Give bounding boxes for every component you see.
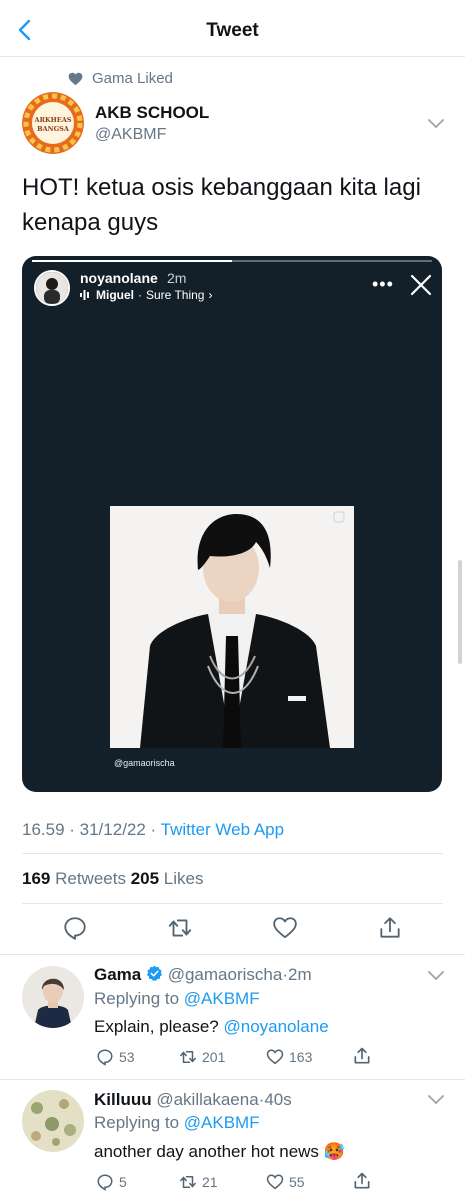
mention-link[interactable]: @noyanolane: [223, 1017, 328, 1036]
avatar-logo-text-2: BANGSA: [37, 125, 70, 133]
story-username: noyanolane: [80, 270, 158, 286]
page-title: Tweet: [206, 20, 259, 41]
replying-label: Replying to: [94, 989, 184, 1008]
story-time: 2m: [167, 270, 187, 286]
reply-author-name[interactable]: Killuuu: [94, 1090, 152, 1109]
reply-count: 5: [119, 1174, 127, 1190]
like-icon: [266, 1049, 284, 1065]
retweet-icon[interactable]: [167, 915, 193, 941]
retweet-count: 21: [202, 1174, 218, 1190]
reply-count: 53: [119, 1049, 135, 1065]
scrollbar[interactable]: [458, 560, 462, 664]
heart-filled-icon: [68, 72, 83, 85]
reply-avatar[interactable]: [22, 1090, 84, 1152]
like-count: 55: [289, 1174, 305, 1190]
avatar-logo-text-1: ARKHEAS: [34, 116, 72, 124]
tweet-text: HOT! ketua osis kebanggaan kita lagi ken…: [22, 174, 421, 236]
reply-icon: [97, 1049, 113, 1066]
share-icon[interactable]: [352, 1171, 372, 1191]
replying-to-link[interactable]: @AKBMF: [184, 989, 260, 1008]
replying-to: Replying to @AKBMF: [94, 1113, 260, 1133]
retweet-count[interactable]: 169: [22, 869, 50, 888]
share-icon[interactable]: [377, 915, 403, 941]
story-music: Miguel · Sure Thing ›: [80, 288, 212, 302]
reply-time: 40s: [264, 1090, 292, 1109]
tweet-media[interactable]: noyanolane 2m Miguel · Sure Thing › •••: [22, 256, 442, 792]
chevron-down-icon[interactable]: [428, 1095, 444, 1105]
tweet-source-link[interactable]: Twitter Web App: [161, 820, 284, 839]
reply-action[interactable]: 5: [96, 1173, 127, 1191]
retweet-icon: [180, 1176, 196, 1188]
like-count[interactable]: 205: [131, 869, 159, 888]
reply-text: Explain, please? @noyanolane: [94, 1017, 329, 1037]
reply-action[interactable]: 53: [96, 1048, 135, 1066]
reply-text-body: Explain, please?: [94, 1017, 224, 1036]
timestamp-text: 16.59 · 31/12/22 ·: [22, 820, 161, 839]
replying-label: Replying to: [94, 1113, 184, 1132]
divider: [0, 1079, 465, 1080]
music-title: Sure Thing: [146, 288, 205, 302]
story-progress-bar: [32, 260, 232, 262]
retweet-icon: [180, 1051, 196, 1063]
reply-header: Killuuu @akillakaena·40s: [94, 1090, 292, 1109]
photo-credit: @gamaorischa: [114, 758, 175, 768]
reply-time: 2m: [287, 965, 312, 984]
reply-text: another day another hot news 🥵: [94, 1142, 345, 1162]
story-avatar: [34, 270, 70, 306]
replying-to: Replying to @AKBMF: [94, 989, 260, 1009]
like-action[interactable]: 163: [266, 1048, 312, 1066]
replying-to-link[interactable]: @AKBMF: [184, 1113, 260, 1132]
retweet-action[interactable]: 201: [179, 1048, 225, 1066]
like-count: 163: [289, 1049, 313, 1065]
reply-header: Gama @gamaorischa·2m: [94, 965, 312, 984]
like-icon: [266, 1174, 284, 1190]
likes-label: Likes: [159, 869, 204, 888]
like-action[interactable]: 55: [266, 1173, 305, 1191]
reply-author-name[interactable]: Gama: [94, 965, 141, 984]
like-icon[interactable]: [272, 915, 298, 941]
social-context-label: Gama Liked: [92, 70, 173, 87]
chevron-down-icon[interactable]: [428, 119, 444, 129]
reply-icon: [97, 1174, 113, 1191]
reply-author-handle: @gamaorischa: [167, 965, 283, 984]
tweet-stats: 169 Retweets 205 Likes: [22, 869, 203, 889]
divider: [22, 853, 443, 854]
share-icon[interactable]: [352, 1046, 372, 1066]
retweet-action[interactable]: 21: [179, 1173, 218, 1191]
reply-avatar[interactable]: [22, 966, 84, 1028]
retweets-label: Retweets: [50, 869, 131, 888]
tweet-timestamp: 16.59 · 31/12/22 · Twitter Web App: [22, 820, 284, 840]
reply-author-handle: @akillakaena: [156, 1090, 259, 1109]
divider: [0, 954, 465, 955]
chevron-right-icon: ›: [208, 288, 213, 302]
social-context: Gama Liked: [68, 70, 173, 87]
story-photo: [110, 506, 354, 748]
author-name[interactable]: AKB SCHOOL: [95, 103, 209, 123]
chevron-down-icon[interactable]: [428, 971, 444, 981]
reply-icon[interactable]: [62, 915, 88, 941]
music-artist: Miguel: [96, 288, 134, 302]
retweet-count: 201: [202, 1049, 226, 1065]
author-handle: @AKBMF: [95, 126, 167, 143]
audio-bars-icon: [80, 290, 89, 300]
more-icon[interactable]: •••: [372, 274, 393, 294]
author-avatar[interactable]: ARKHEAS BANGSA: [22, 92, 84, 154]
verified-badge-icon: [146, 965, 163, 981]
close-icon[interactable]: [410, 274, 432, 296]
reply-text-body: another day another hot news 🥵: [94, 1142, 345, 1161]
divider: [22, 903, 443, 904]
